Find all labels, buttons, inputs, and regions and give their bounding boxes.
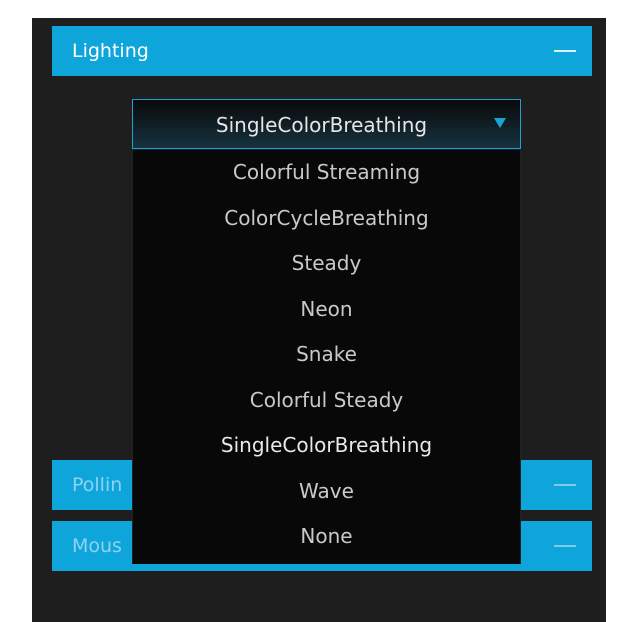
collapse-mouse-button[interactable] xyxy=(552,542,578,552)
lighting-mode-select[interactable]: SingleColorBreathing xyxy=(132,99,521,149)
selected-lighting-mode: SingleColorBreathing xyxy=(215,113,428,137)
lighting-mode-dropdown: Colorful Streaming ColorCycleBreathing S… xyxy=(132,150,521,564)
option-wave[interactable]: Wave xyxy=(133,469,520,515)
option-none[interactable]: None xyxy=(133,514,520,560)
minus-icon xyxy=(554,484,576,486)
minus-icon xyxy=(554,545,576,547)
option-colorful-streaming[interactable]: Colorful Streaming xyxy=(133,150,520,196)
collapse-lighting-button[interactable] xyxy=(552,47,578,57)
caret-down-icon xyxy=(494,118,506,128)
option-colorful-steady[interactable]: Colorful Steady xyxy=(133,378,520,424)
option-steady[interactable]: Steady xyxy=(133,241,520,287)
minus-icon xyxy=(554,50,576,52)
mouse-panel-title: Mous xyxy=(72,535,122,557)
polling-panel-title: Pollin xyxy=(72,474,123,496)
option-snake[interactable]: Snake xyxy=(133,332,520,378)
option-single-color-breathing[interactable]: SingleColorBreathing xyxy=(133,423,520,469)
lighting-panel-header[interactable]: Lighting xyxy=(52,26,592,76)
option-neon[interactable]: Neon xyxy=(133,287,520,333)
option-color-cycle-breathing[interactable]: ColorCycleBreathing xyxy=(133,196,520,242)
lighting-panel-title: Lighting xyxy=(72,40,149,62)
collapse-polling-button[interactable] xyxy=(552,481,578,491)
